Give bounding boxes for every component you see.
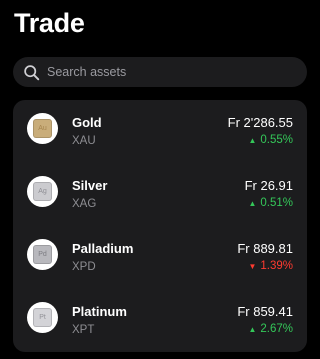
up-arrow-icon: ▲: [248, 135, 257, 145]
asset-price: Fr 2'286.55: [227, 115, 293, 130]
asset-row-gold[interactable]: Au Gold XAU Fr 2'286.55 ▲ 0.55%: [13, 100, 307, 163]
silver-coin-icon: Ag: [27, 176, 58, 207]
search-bar[interactable]: Search assets: [13, 57, 307, 87]
change-value: 2.67%: [260, 323, 293, 335]
up-arrow-icon: ▲: [248, 198, 257, 208]
palladium-coin-icon: Pd: [27, 239, 58, 270]
silver-symbol: Ag: [38, 188, 47, 195]
asset-name: Gold: [72, 115, 102, 130]
asset-code: XPT: [72, 324, 95, 336]
platinum-coin-icon: Pt: [27, 302, 58, 333]
search-icon: [24, 64, 40, 80]
asset-row-palladium[interactable]: Pd Palladium XPD Fr 889.81 ▼ 1.39%: [13, 226, 307, 289]
asset-price: Fr 26.91: [244, 178, 293, 193]
change-value: 1.39%: [260, 260, 293, 272]
platinum-symbol: Pt: [39, 314, 46, 321]
gold-coin-icon: Au: [27, 113, 58, 144]
gold-symbol-badge: Au: [33, 119, 52, 138]
asset-row-silver[interactable]: Ag Silver XAG Fr 26.91 ▲ 0.51%: [13, 163, 307, 226]
asset-change: ▲ 2.67%: [248, 323, 293, 335]
up-arrow-icon: ▲: [248, 324, 257, 334]
asset-name: Platinum: [72, 304, 127, 319]
change-value: 0.51%: [260, 197, 293, 209]
asset-name: Silver: [72, 178, 108, 193]
asset-change: ▲ 0.51%: [248, 197, 293, 209]
asset-code: XPD: [72, 261, 96, 273]
asset-code: XAG: [72, 198, 97, 210]
page-title: Trade: [14, 8, 85, 38]
palladium-symbol: Pd: [38, 251, 47, 258]
asset-change: ▼ 1.39%: [248, 260, 293, 272]
gold-symbol: Au: [38, 125, 47, 132]
asset-price: Fr 889.81: [237, 241, 293, 256]
asset-price: Fr 859.41: [237, 304, 293, 319]
asset-code: XAU: [72, 135, 96, 147]
change-value: 0.55%: [260, 134, 293, 146]
asset-name: Palladium: [72, 241, 134, 256]
palladium-symbol-badge: Pd: [33, 245, 52, 264]
down-arrow-icon: ▼: [248, 261, 257, 271]
assets-list: Au Gold XAU Fr 2'286.55 ▲ 0.55% Ag Silve…: [13, 100, 307, 352]
platinum-symbol-badge: Pt: [33, 308, 52, 327]
search-input[interactable]: Search assets: [47, 65, 126, 79]
asset-change: ▲ 0.55%: [248, 134, 293, 146]
silver-symbol-badge: Ag: [33, 182, 52, 201]
asset-row-platinum[interactable]: Pt Platinum XPT Fr 859.41 ▲ 2.67%: [13, 289, 307, 352]
